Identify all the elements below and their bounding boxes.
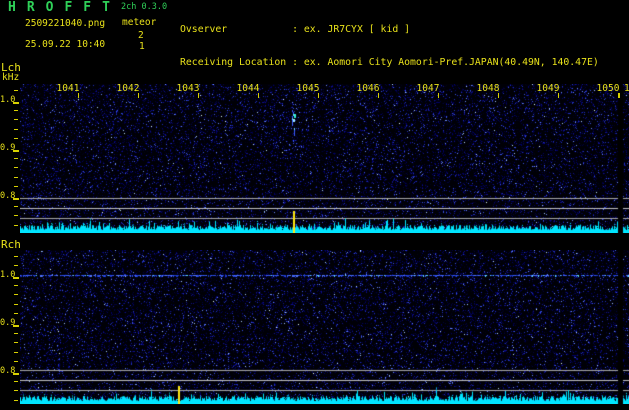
freq-minor-tick — [14, 167, 18, 168]
rch-meteor-count: 1 — [139, 41, 145, 52]
freq-minor-tick — [14, 215, 18, 216]
spectrogram-rch — [20, 250, 629, 404]
time-tick-mark — [619, 93, 620, 98]
freq-major-tick — [13, 150, 19, 152]
time-tick-mark — [78, 93, 79, 98]
time-tick-mark — [498, 93, 499, 98]
date-time: 25.09.22 10:40 — [25, 39, 106, 50]
app-title: HROFFT — [8, 0, 121, 15]
freq-minor-tick — [14, 304, 18, 305]
freq-minor-tick — [14, 110, 18, 111]
freq-major-tick — [13, 325, 19, 327]
time-tick-mark — [378, 93, 379, 98]
freq-minor-tick — [14, 186, 18, 187]
freq-minor-tick — [14, 381, 18, 382]
freq-unit-label: kHz — [2, 72, 20, 83]
time-tick-mark — [138, 93, 139, 98]
freq-minor-tick — [14, 256, 18, 257]
time-tick-mark — [198, 93, 199, 98]
freq-minor-tick — [14, 158, 18, 159]
freq-minor-tick — [14, 177, 18, 178]
freq-minor-tick — [14, 225, 18, 226]
time-tick-mark — [258, 93, 259, 98]
freq-minor-tick — [14, 206, 18, 207]
freq-minor-tick — [14, 342, 18, 343]
freq-minor-tick — [14, 138, 18, 139]
time-tick-mark — [558, 93, 559, 98]
mode-label: meteor — [122, 17, 157, 28]
freq-minor-tick — [14, 285, 18, 286]
freq-minor-tick — [14, 390, 18, 391]
freq-minor-tick — [14, 313, 18, 314]
freq-major-tick — [13, 198, 19, 200]
time-tick-mark — [438, 93, 439, 98]
freq-major-tick — [13, 373, 19, 375]
freq-major-tick — [13, 102, 19, 104]
time-tick-label-partial: 10 — [624, 83, 629, 94]
freq-minor-tick — [14, 265, 18, 266]
hrofft-screen: HROFFT 2ch 0.3.0 2509221040.png meteor 2… — [0, 0, 629, 410]
freq-major-tick — [13, 277, 19, 279]
freq-minor-tick — [14, 333, 18, 334]
info-line-location: Receiving Location : ex. Aomori City Aom… — [180, 57, 599, 68]
freq-minor-tick — [14, 294, 18, 295]
freq-minor-tick — [14, 400, 18, 401]
freq-minor-tick — [14, 90, 18, 91]
freq-minor-tick — [14, 119, 18, 120]
info-line-observer: Ovserver : ex. JR7CYX [ kid ] — [180, 24, 411, 35]
lch-meteor-count: 2 — [138, 30, 144, 41]
freq-minor-tick — [14, 129, 18, 130]
spectrogram-lch — [20, 84, 629, 233]
channel-label-rch: Rch — [1, 238, 21, 251]
output-filename: 2509221040.png — [25, 18, 106, 29]
freq-minor-tick — [14, 352, 18, 353]
freq-minor-tick — [14, 361, 18, 362]
time-tick-mark — [318, 93, 319, 98]
app-version: 2ch 0.3.0 — [121, 2, 168, 12]
